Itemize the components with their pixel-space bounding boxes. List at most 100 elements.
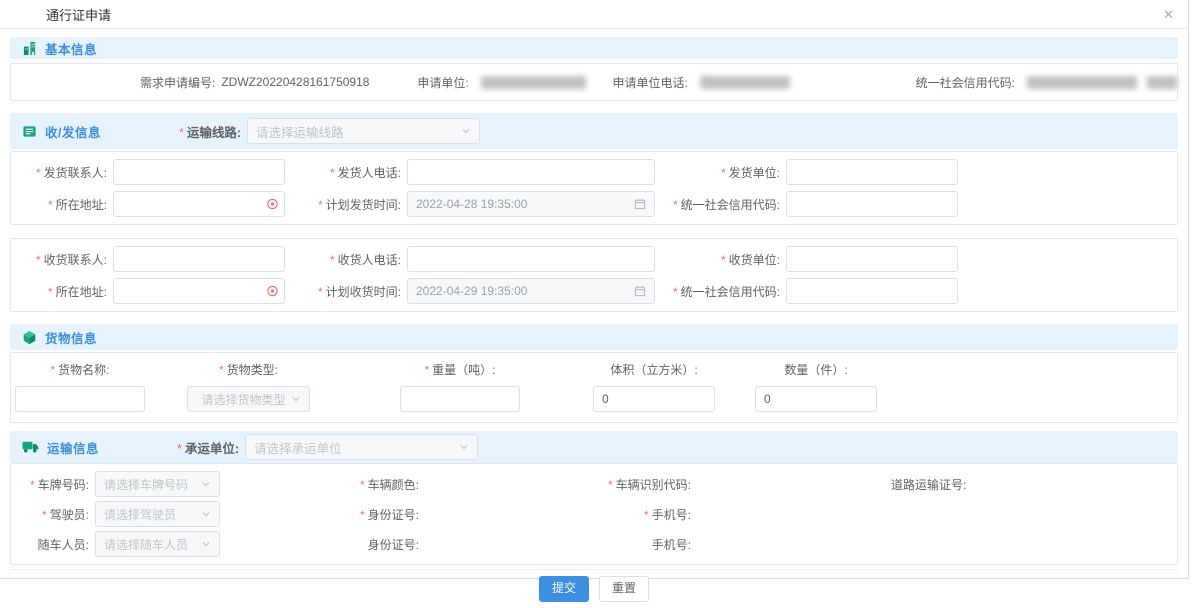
receiver-unit-label: 收货单位: [729, 253, 780, 267]
driver-select[interactable]: 请选择驾驶员 [95, 501, 220, 527]
cargo-quantity-input[interactable] [755, 386, 877, 412]
sender-row-2: *所在地址: *计划发货时间: 2022-04-28 19:35:00 *统一社… [11, 188, 1177, 220]
location-pin-icon[interactable] [266, 198, 279, 211]
sender-unit-input[interactable] [786, 159, 958, 185]
required-asterisk: * [721, 166, 726, 180]
receiver-unit-field: *收货单位: [661, 246, 1177, 272]
crew-select[interactable]: 请选择随车人员 [95, 531, 220, 557]
sender-address-input[interactable] [113, 191, 285, 217]
section-header-basic-info: 基本信息 [10, 37, 1178, 59]
sender-address-label: 所在地址: [56, 198, 107, 212]
reset-button[interactable]: 重置 [599, 576, 649, 602]
cargo-name-input[interactable] [15, 386, 145, 412]
driver-field: *驾驶员: 请选择驾驶员 [11, 501, 311, 527]
cargo-weight-input[interactable] [400, 386, 520, 412]
apply-unit-label: 申请单位: [417, 74, 474, 91]
receiver-unit-input[interactable] [786, 246, 958, 272]
required-asterisk: * [318, 285, 323, 299]
receiver-time-value: 2022-04-29 19:35:00 [416, 284, 634, 298]
permit-application-dialog: 通行证申请 ✕ 基本信息 需求申请编号: ZDWZ202204281617509… [0, 0, 1189, 579]
receiver-time-picker[interactable]: 2022-04-29 19:35:00 [407, 278, 655, 304]
sender-phone-field: *发货人电话: [291, 159, 661, 185]
required-asterisk: * [48, 285, 53, 299]
sender-phone-input[interactable] [407, 159, 655, 185]
carrier-field: *承运单位: 请选择承运单位 [177, 434, 478, 460]
cargo-weight-label: *重量（吨）: [400, 361, 520, 378]
route-select-placeholder: 请选择运输线路 [256, 122, 461, 141]
sender-credit-field: *统一社会信用代码: [661, 191, 1177, 217]
submit-button[interactable]: 提交 [539, 576, 589, 602]
basic-info-box: 需求申请编号: ZDWZ20220428161750918 申请单位: 申请单位… [10, 63, 1178, 101]
receiver-time-label: 计划收货时间: [326, 285, 401, 299]
apply-phone-label: 申请单位电话: [613, 74, 694, 91]
required-asterisk: * [179, 126, 184, 140]
vin-label: 车辆识别代码: [616, 478, 691, 492]
credit-code-field: 统一社会信用代码: [916, 74, 1177, 91]
sender-unit-field: *发货单位: [661, 159, 1177, 185]
receiver-contact-field: *收货联系人: [11, 246, 291, 272]
required-asterisk: * [36, 166, 41, 180]
receiver-address-label: 所在地址: [56, 285, 107, 299]
sender-time-value: 2022-04-28 19:35:00 [416, 197, 634, 211]
sender-unit-label: 发货单位: [729, 166, 780, 180]
required-asterisk: * [360, 478, 365, 492]
close-icon[interactable]: ✕ [1163, 8, 1174, 21]
carrier-label: *承运单位: [177, 438, 245, 457]
driver-phone-field: *手机号: [601, 506, 891, 523]
receiver-phone-label: 收货人电话: [338, 253, 401, 267]
carrier-select-placeholder: 请选择承运单位 [254, 438, 459, 457]
required-asterisk: * [330, 166, 335, 180]
crew-phone-field: 手机号: [601, 536, 891, 553]
cargo-volume-label: 体积（立方米）: [593, 361, 715, 378]
crew-phone-label: 手机号: [652, 538, 691, 552]
receiver-phone-field: *收货人电话: [291, 246, 661, 272]
required-asterisk: * [42, 508, 47, 522]
sender-time-label: 计划发货时间: [326, 198, 401, 212]
vin-field: *车辆识别代码: [601, 476, 891, 493]
chevron-down-icon [201, 539, 211, 549]
crew-select-placeholder: 请选择随车人员 [104, 536, 201, 553]
required-asterisk: * [721, 253, 726, 267]
required-asterisk: * [673, 285, 678, 299]
cargo-type-placeholder: 请选择货物类型 [196, 391, 291, 408]
request-number-label: 需求申请编号: [140, 74, 221, 91]
vehicle-row: *车牌号码: 请选择车牌号码 *车辆颜色: *车辆识别代码: 道路运输证号: [11, 469, 1177, 499]
required-asterisk: * [644, 508, 649, 522]
calendar-icon [634, 285, 646, 297]
cargo-type-select[interactable]: 请选择货物类型 [187, 386, 310, 412]
receiver-time-field: *计划收货时间: 2022-04-29 19:35:00 [291, 278, 661, 304]
receiver-address-input[interactable] [113, 278, 285, 304]
request-number-field: 需求申请编号: ZDWZ20220428161750918 [11, 74, 417, 91]
route-select[interactable]: 请选择运输线路 [247, 118, 480, 144]
driver-row: *驾驶员: 请选择驾驶员 *身份证号: *手机号: [11, 499, 1177, 529]
cargo-name-label: *货物名称: [15, 361, 145, 378]
receiver-credit-input[interactable] [786, 278, 958, 304]
receiver-contact-input[interactable] [113, 246, 285, 272]
sender-contact-label: 发货联系人: [44, 166, 107, 180]
redacted-apply-unit-value [481, 76, 586, 89]
page-title: 通行证申请 [46, 5, 111, 24]
receiver-phone-input[interactable] [407, 246, 655, 272]
sender-contact-input[interactable] [113, 159, 285, 185]
plate-select[interactable]: 请选择车牌号码 [95, 471, 220, 497]
route-label: *运输线路: [179, 122, 247, 141]
driver-id-label: 身份证号: [368, 508, 419, 522]
carrier-select[interactable]: 请选择承运单位 [245, 434, 478, 460]
road-permit-field: 道路运输证号: [891, 476, 1177, 493]
vehicle-color-label: 车辆颜色: [368, 478, 419, 492]
request-number-value: ZDWZ20220428161750918 [221, 75, 369, 89]
sender-address-field: *所在地址: [11, 191, 291, 217]
chevron-down-icon [201, 509, 211, 519]
sender-credit-input[interactable] [786, 191, 958, 217]
location-pin-icon[interactable] [266, 285, 279, 298]
chevron-down-icon [201, 479, 211, 489]
required-asterisk: * [424, 363, 429, 377]
section-header-cargo-info: 货物信息 [10, 324, 1178, 350]
required-asterisk: * [318, 198, 323, 212]
cargo-volume-input[interactable] [593, 386, 715, 412]
required-asterisk: * [673, 198, 678, 212]
sender-contact-field: *发货联系人: [11, 159, 291, 185]
sender-time-picker[interactable]: 2022-04-28 19:35:00 [407, 191, 655, 217]
receiver-info-box: *收货联系人: *收货人电话: *收货单位: *所在地址: [10, 238, 1178, 312]
driver-id-field: *身份证号: [311, 506, 601, 523]
